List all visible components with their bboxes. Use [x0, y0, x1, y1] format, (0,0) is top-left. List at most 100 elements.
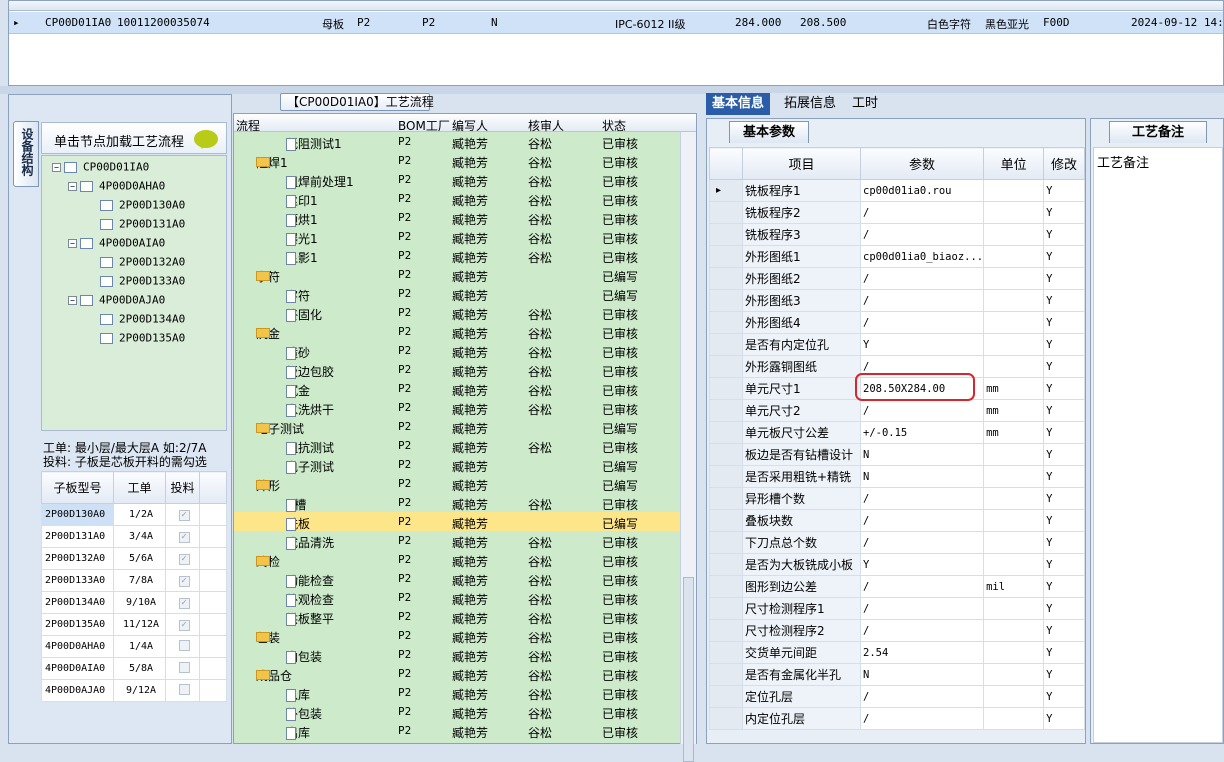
feed-checkbox[interactable]	[178, 639, 190, 651]
col-header[interactable]: 修改	[1043, 147, 1085, 180]
col-header[interactable]: 工单	[113, 471, 166, 504]
tree-leaf-node[interactable]: 2P00D133A0	[100, 274, 185, 290]
tab-remark[interactable]: 工艺备注	[1109, 121, 1207, 143]
param-value[interactable]: /	[859, 509, 985, 532]
process-row[interactable]: −沉金 P2 臧艳芳 谷松 已审核	[234, 322, 680, 341]
param-unit[interactable]	[983, 179, 1045, 202]
param-unit[interactable]	[983, 487, 1045, 510]
table-row[interactable]: 2P00D130A0 1/2A ✓	[41, 503, 227, 526]
param-value[interactable]: N	[859, 443, 985, 466]
table-row[interactable]: 4P00D0AHA0 1/4A	[41, 635, 227, 658]
param-modify[interactable]: Y	[1043, 333, 1085, 356]
process-row[interactable]: 铣板 P2 臧艳芳 已编写	[234, 512, 680, 531]
param-row[interactable]: 单元板尺寸公差 +/-0.15 mm Y	[709, 421, 1085, 444]
param-unit[interactable]: mm	[983, 421, 1045, 444]
param-value[interactable]: Y	[859, 553, 985, 576]
param-unit[interactable]	[983, 619, 1045, 642]
table-row[interactable]: 2P00D133A0 7/8A ✓	[41, 569, 227, 592]
param-value[interactable]: /	[859, 267, 985, 290]
param-value[interactable]: N	[859, 465, 985, 488]
collapse-icon[interactable]: −	[68, 238, 77, 248]
param-row[interactable]: 是否采用粗铣+精铣 N Y	[709, 465, 1085, 488]
param-modify[interactable]: Y	[1043, 575, 1085, 598]
param-value[interactable]: /	[859, 201, 985, 224]
process-row[interactable]: 字符 P2 臧艳芳 已编写	[234, 284, 680, 303]
feed-checkbox[interactable]	[178, 661, 190, 673]
param-row[interactable]: 定位孔层 / Y	[709, 685, 1085, 708]
param-row[interactable]: 内定位孔层 / Y	[709, 707, 1085, 730]
process-row[interactable]: 曝光1 P2 臧艳芳 谷松 已审核	[234, 227, 680, 246]
table-row[interactable]: 2P00D135A0 11/12A ✓	[41, 613, 227, 636]
feed-checkbox[interactable]: ✓	[178, 597, 190, 609]
process-row[interactable]: −外形 P2 臧艳芳 已编写	[234, 474, 680, 493]
param-unit[interactable]	[983, 641, 1045, 664]
feed-checkbox[interactable]: ✓	[178, 575, 190, 587]
param-row[interactable]: 尺寸检测程序1/ Y	[709, 597, 1085, 620]
param-row[interactable]: 铣板程序2/ Y	[709, 201, 1085, 224]
col-header[interactable]: 参数	[859, 147, 985, 180]
process-row[interactable]: 烘板整平 P2 臧艳芳 谷松 已审核	[234, 607, 680, 626]
param-modify[interactable]: Y	[1043, 421, 1085, 444]
param-unit[interactable]	[983, 509, 1045, 532]
tab-extended-info[interactable]: 拓展信息	[778, 93, 842, 115]
process-row[interactable]: 外观检查 P2 臧艳芳 谷松 已审核	[234, 588, 680, 607]
param-row[interactable]: 尺寸检测程序2/ Y	[709, 619, 1085, 642]
param-unit[interactable]	[983, 663, 1045, 686]
process-row[interactable]: 入库 P2 臧艳芳 谷松 已审核	[234, 683, 680, 702]
process-row[interactable]: 电子测试 P2 臧艳芳 已编写	[234, 455, 680, 474]
param-unit[interactable]	[983, 245, 1045, 268]
process-row[interactable]: 阻焊前处理1 P2 臧艳芳 谷松 已审核	[234, 170, 680, 189]
param-unit[interactable]	[983, 289, 1045, 312]
process-scrollbar[interactable]	[680, 132, 696, 762]
param-value[interactable]: /	[859, 531, 985, 554]
param-value[interactable]: /	[859, 289, 985, 312]
vertical-tab-structure[interactable]: 设备结构	[13, 121, 39, 187]
param-modify[interactable]: Y	[1043, 377, 1085, 400]
param-modify[interactable]: Y	[1043, 487, 1085, 510]
param-modify[interactable]: Y	[1043, 267, 1085, 290]
param-unit[interactable]: mm	[983, 399, 1045, 422]
param-modify[interactable]: Y	[1043, 641, 1085, 664]
process-row[interactable]: 成品清洗 P2 臧艳芳 谷松 已审核	[234, 531, 680, 550]
param-modify[interactable]: Y	[1043, 531, 1085, 554]
param-modify[interactable]: Y	[1043, 179, 1085, 202]
param-row[interactable]: ▸ 铣板程序1 cp00d01ia0.rou Y	[709, 179, 1085, 202]
param-row[interactable]: 外形图纸3/ Y	[709, 289, 1085, 312]
param-row[interactable]: 板边是否有钻槽设计 N Y	[709, 443, 1085, 466]
param-modify[interactable]: Y	[1043, 553, 1085, 576]
param-modify[interactable]: Y	[1043, 223, 1085, 246]
param-row[interactable]: 下刀点总个数 / Y	[709, 531, 1085, 554]
collapse-icon[interactable]: −	[52, 162, 61, 172]
table-row[interactable]: 4P00D0AIA0 5/8A	[41, 657, 227, 680]
param-unit[interactable]	[983, 223, 1045, 246]
feed-checkbox[interactable]	[178, 683, 190, 695]
param-row[interactable]: 图形到边公差 / mil Y	[709, 575, 1085, 598]
param-unit[interactable]	[983, 201, 1045, 224]
process-row[interactable]: 外包装 P2 臧艳芳 谷松 已审核	[234, 702, 680, 721]
param-value[interactable]: /	[859, 487, 985, 510]
process-row[interactable]: 喷砂 P2 臧艳芳 谷松 已审核	[234, 341, 680, 360]
process-row[interactable]: 功能检查 P2 臧艳芳 谷松 已审核	[234, 569, 680, 588]
process-row[interactable]: 丝印1 P2 臧艳芳 谷松 已审核	[234, 189, 680, 208]
col-header[interactable]: 单位	[983, 147, 1045, 180]
process-row[interactable]: −包装 P2 臧艳芳 谷松 已审核	[234, 626, 680, 645]
param-value[interactable]: 2.54	[859, 641, 985, 664]
param-unit[interactable]: mil	[983, 575, 1045, 598]
param-modify[interactable]: Y	[1043, 245, 1085, 268]
tree-group-node[interactable]: − 4P00D0AIA0	[68, 236, 165, 252]
param-value[interactable]: /	[859, 619, 985, 642]
process-row[interactable]: 出库 P2 臧艳芳 谷松 已审核	[234, 721, 680, 740]
param-value[interactable]: /	[859, 399, 985, 422]
param-modify[interactable]: Y	[1043, 289, 1085, 312]
param-modify[interactable]: Y	[1043, 619, 1085, 642]
param-unit[interactable]	[983, 685, 1045, 708]
tree-group-node[interactable]: − 4P00D0AHA0	[68, 179, 165, 195]
process-row[interactable]: 内包装 P2 臧艳芳 谷松 已审核	[234, 645, 680, 664]
table-row[interactable]: 2P00D134A0 9/10A ✓	[41, 591, 227, 614]
tree-group-node[interactable]: − 4P00D0AJA0	[68, 293, 165, 309]
process-row[interactable]: −阻焊1 P2 臧艳芳 谷松 已审核	[234, 151, 680, 170]
process-row[interactable]: 终固化 P2 臧艳芳 谷松 已审核	[234, 303, 680, 322]
process-row[interactable]: 水洗烘干 P2 臧艳芳 谷松 已审核	[234, 398, 680, 417]
process-row[interactable]: −字符 P2 臧艳芳 已编写	[234, 265, 680, 284]
process-row[interactable]: −终检 P2 臧艳芳 谷松 已审核	[234, 550, 680, 569]
